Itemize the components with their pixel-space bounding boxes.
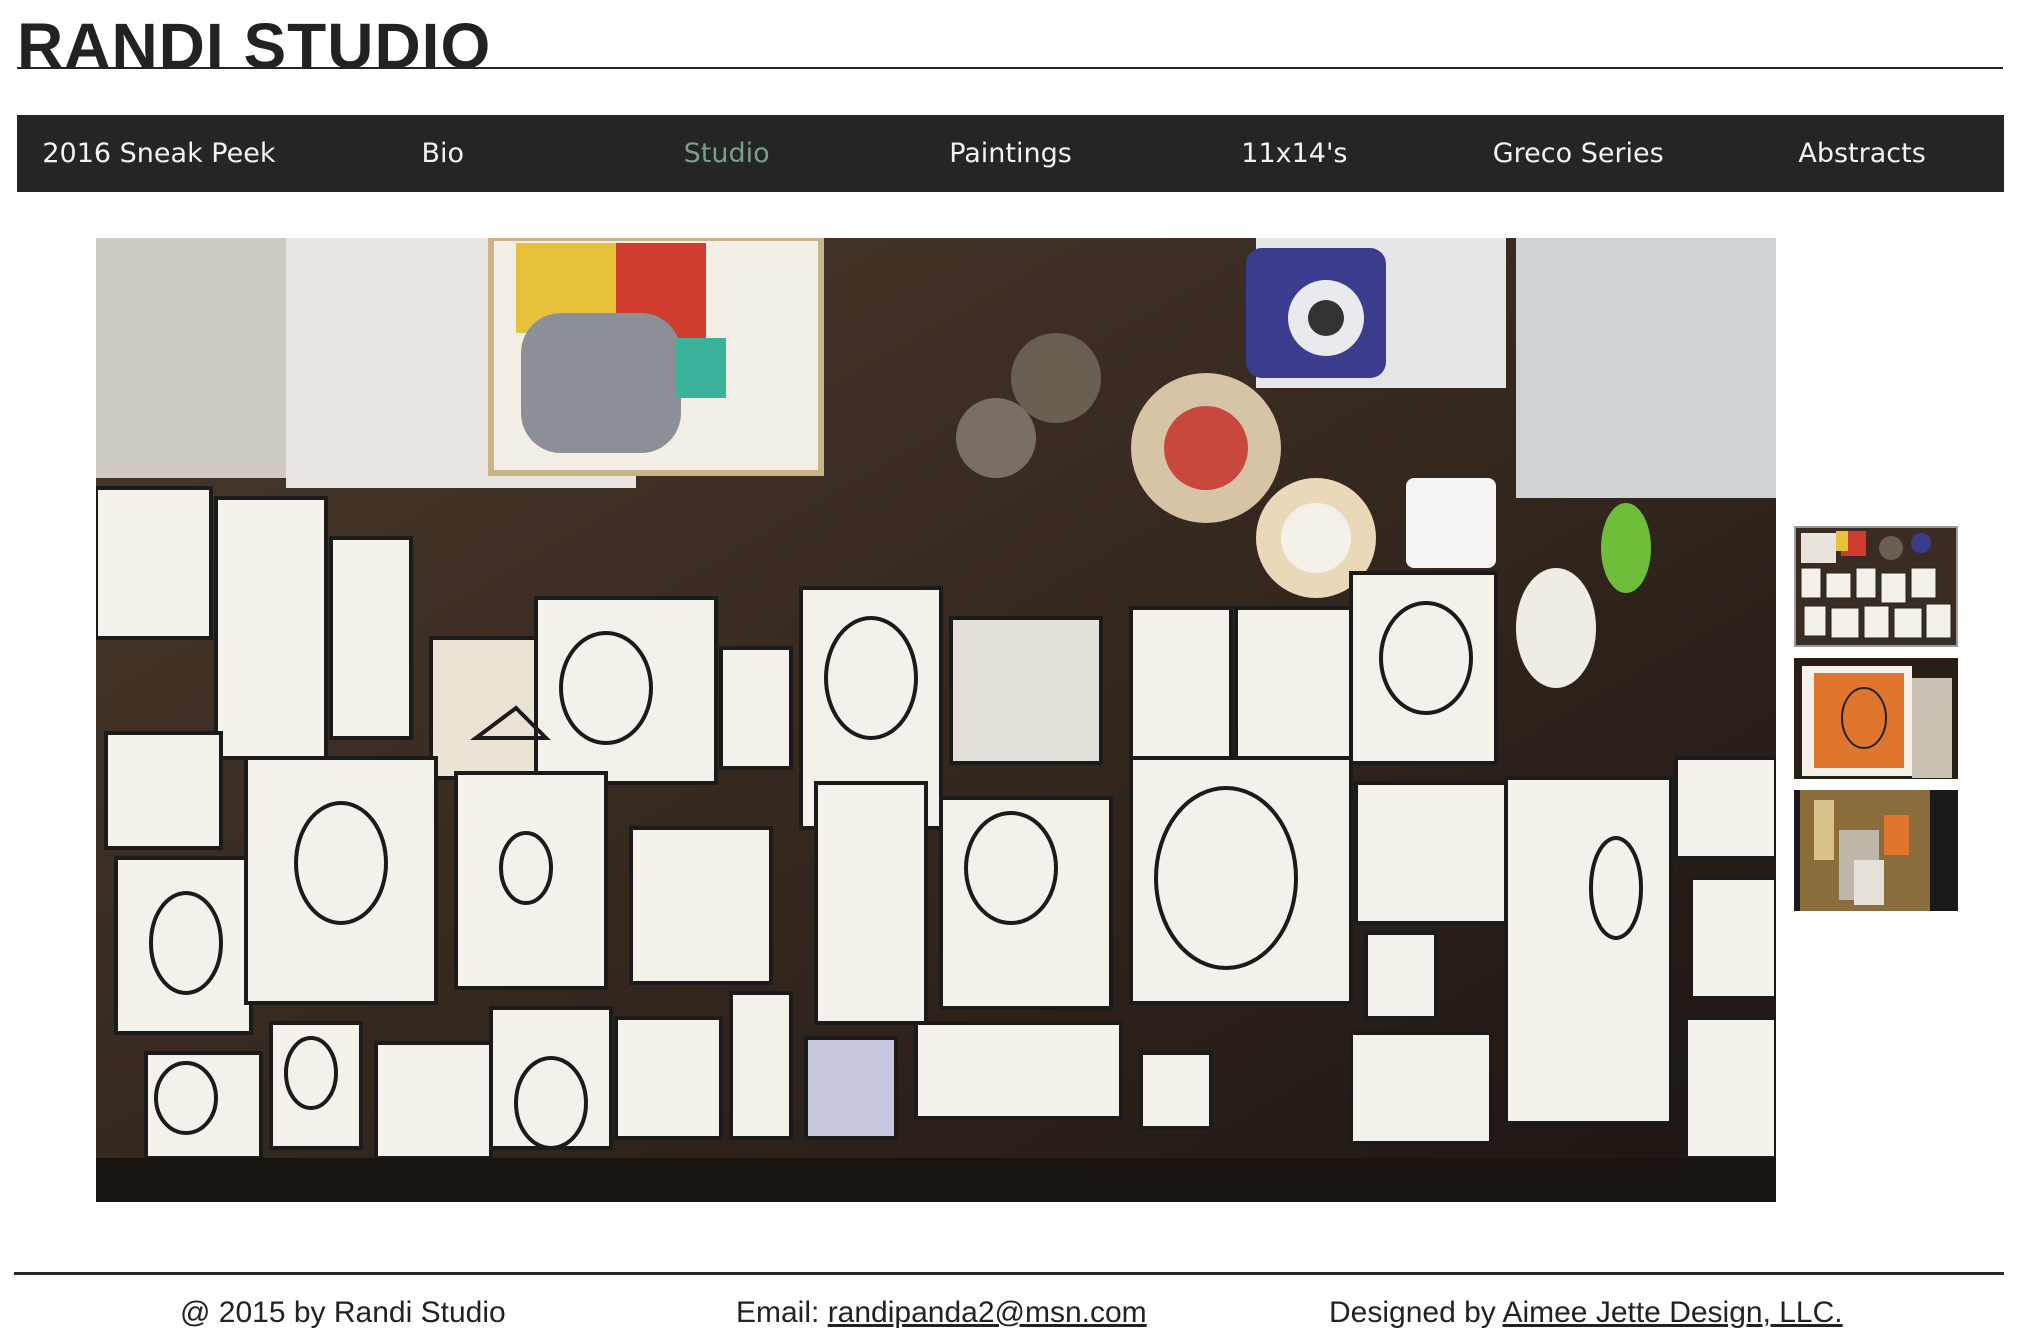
- nav-item-paintings[interactable]: Paintings: [869, 138, 1153, 169]
- nav-item-11x14s[interactable]: 11x14's: [1152, 138, 1436, 169]
- nav-item-greco-series[interactable]: Greco Series: [1436, 138, 1720, 169]
- designer-link[interactable]: Aimee Jette Design, LLC.: [1502, 1296, 1842, 1329]
- gallery-main-image[interactable]: [96, 238, 1776, 1202]
- nav-item-2016-sneak-peek[interactable]: 2016 Sneak Peek: [17, 138, 301, 169]
- email-link[interactable]: randipanda2@msn.com: [828, 1296, 1147, 1329]
- gallery-thumbnail[interactable]: [1794, 790, 1958, 911]
- footer-divider: [14, 1272, 2004, 1275]
- gallery-thumbnail[interactable]: [1794, 658, 1958, 779]
- footer-designed-label: Designed by: [1329, 1296, 1503, 1329]
- footer-designer: Designed by Aimee Jette Design, LLC.: [1329, 1296, 1843, 1330]
- main-nav: 2016 Sneak Peek Bio Studio Paintings 11x…: [17, 115, 2004, 192]
- footer: @ 2015 by Randi Studio Email: randipanda…: [0, 1296, 2019, 1336]
- gallery-thumbnails: [1794, 526, 1958, 922]
- site-title[interactable]: RANDI STUDIO: [17, 6, 491, 86]
- footer-copyright: @ 2015 by Randi Studio: [180, 1296, 506, 1329]
- nav-item-bio[interactable]: Bio: [301, 138, 585, 169]
- nav-item-abstracts[interactable]: Abstracts: [1720, 138, 2004, 169]
- nav-item-studio[interactable]: Studio: [585, 138, 869, 169]
- footer-email-label: Email:: [736, 1296, 828, 1329]
- gallery-thumbnail[interactable]: [1794, 526, 1958, 647]
- footer-email: Email: randipanda2@msn.com: [736, 1296, 1147, 1330]
- title-divider: [17, 67, 2003, 69]
